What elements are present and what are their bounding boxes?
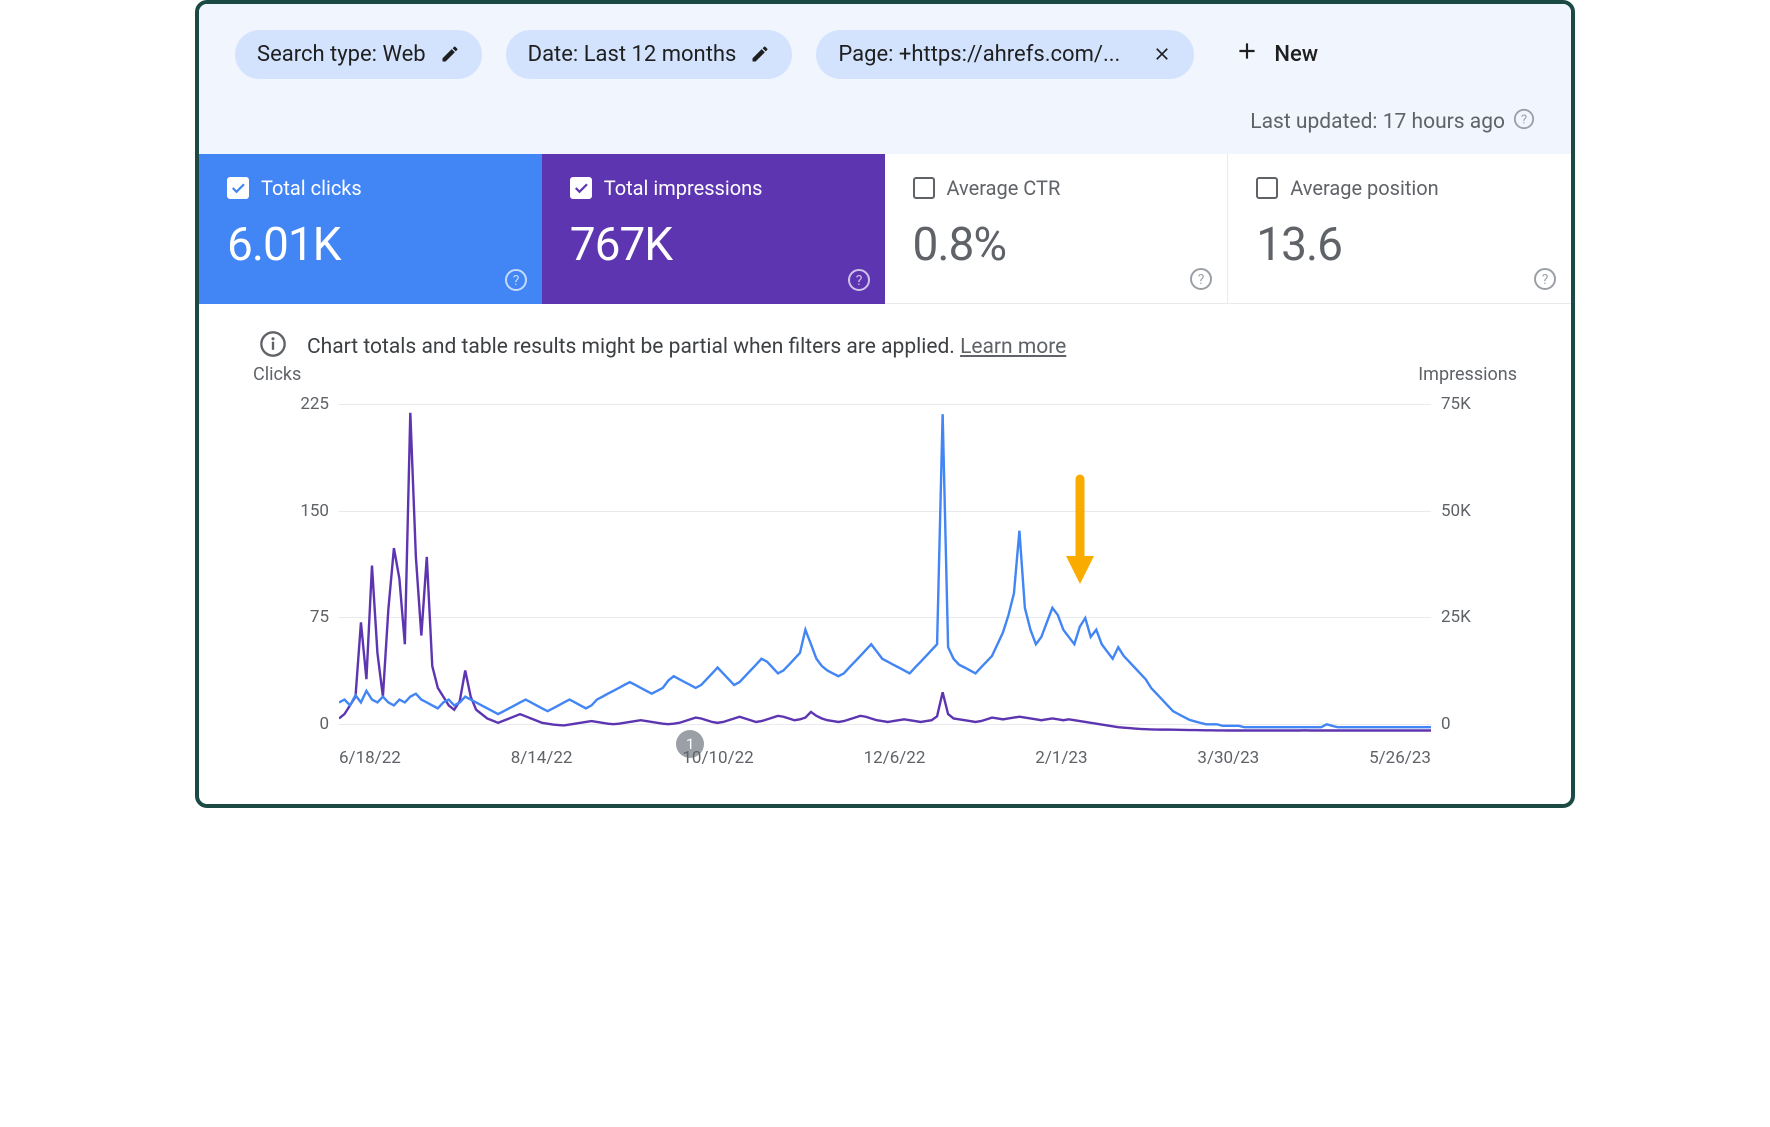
info-row: Chart totals and table results might be … [199, 304, 1571, 374]
checkbox-unchecked-icon [913, 177, 935, 199]
x-tick: 2/1/23 [1035, 748, 1087, 768]
learn-more-link[interactable]: Learn more [960, 335, 1066, 359]
filter-search-type-label: Search type: Web [257, 42, 426, 67]
filter-page[interactable]: Page: +https://ahrefs.com/... [816, 30, 1194, 79]
metric-value: 0.8% [913, 218, 1200, 272]
svg-text:?: ? [1198, 272, 1205, 288]
add-filter-button[interactable]: New [1218, 28, 1334, 80]
x-axis-labels: 6/18/22 8/14/22 10/10/22 12/6/22 2/1/23 3/30/… [339, 748, 1431, 768]
x-tick: 3/30/23 [1197, 748, 1259, 768]
metric-total-impressions[interactable]: Total impressions 767K ? [542, 154, 885, 304]
metric-label: Average CTR [947, 176, 1061, 200]
filters-header: Search type: Web Date: Last 12 months Pa… [199, 4, 1571, 154]
y-left-tick: 0 [289, 714, 329, 734]
down-arrow-annotation-icon [1060, 474, 1100, 594]
series-clicks [339, 414, 1431, 727]
last-updated: Last updated: 17 hours ago ? [235, 108, 1535, 136]
close-icon[interactable] [1152, 44, 1172, 64]
info-text-content: Chart totals and table results might be … [307, 335, 955, 359]
metric-label: Average position [1290, 176, 1438, 200]
svg-text:?: ? [855, 273, 862, 289]
metric-head: Total clicks [227, 176, 514, 200]
metric-total-clicks[interactable]: Total clicks 6.01K ? [199, 154, 542, 304]
filter-page-label: Page: +https://ahrefs.com/... [838, 42, 1120, 67]
metric-average-ctr[interactable]: Average CTR 0.8% ? [885, 154, 1229, 304]
x-tick: 8/14/22 [511, 748, 573, 768]
chart: Clicks Impressions 075150225 025K50K75K … [199, 374, 1571, 804]
help-icon[interactable]: ? [1513, 108, 1535, 136]
checkbox-checked-icon [227, 177, 249, 199]
y-axis-right-label: Impressions [1418, 364, 1517, 385]
metric-value: 13.6 [1256, 218, 1543, 272]
metric-head: Total impressions [570, 176, 857, 200]
metric-value: 767K [570, 218, 857, 272]
filter-date-label: Date: Last 12 months [528, 42, 737, 67]
x-tick: 12/6/22 [864, 748, 926, 768]
metric-head: Average position [1256, 176, 1543, 200]
y-right-tick: 50K [1441, 501, 1491, 521]
y-right-tick: 75K [1441, 394, 1491, 414]
new-label: New [1274, 42, 1318, 67]
filter-date[interactable]: Date: Last 12 months [506, 30, 793, 79]
svg-text:?: ? [1542, 272, 1549, 288]
y-axis-left-label: Clicks [253, 364, 301, 385]
y-right-tick: 25K [1441, 607, 1491, 627]
help-icon[interactable]: ? [504, 268, 528, 292]
info-icon [259, 330, 287, 364]
y-right-tick: 0 [1441, 714, 1491, 734]
metric-head: Average CTR [913, 176, 1200, 200]
help-icon[interactable]: ? [1533, 267, 1557, 291]
x-tick: 5/26/23 [1369, 748, 1431, 768]
help-icon[interactable]: ? [1189, 267, 1213, 291]
checkbox-checked-icon [570, 177, 592, 199]
x-tick: 10/10/22 [682, 748, 753, 768]
y-left-tick: 225 [289, 394, 329, 414]
metric-label: Total impressions [604, 176, 763, 200]
filter-search-type[interactable]: Search type: Web [235, 30, 482, 79]
svg-text:?: ? [512, 273, 519, 289]
edit-icon [750, 44, 770, 64]
chart-lines [339, 404, 1431, 732]
metric-label: Total clicks [261, 176, 362, 200]
series-impressions [339, 413, 1431, 731]
x-tick: 6/18/22 [339, 748, 401, 768]
filter-row: Search type: Web Date: Last 12 months Pa… [235, 28, 1535, 80]
y-left-tick: 75 [289, 607, 329, 627]
metrics-row: Total clicks 6.01K ? Total impressions 7… [199, 154, 1571, 304]
svg-text:?: ? [1521, 113, 1527, 128]
help-icon[interactable]: ? [847, 268, 871, 292]
metric-value: 6.01K [227, 218, 514, 272]
info-text: Chart totals and table results might be … [307, 335, 1066, 359]
last-updated-text: Last updated: 17 hours ago [1250, 110, 1505, 134]
plus-icon [1234, 38, 1260, 70]
checkbox-unchecked-icon [1256, 177, 1278, 199]
chart-area: Clicks Impressions 075150225 025K50K75K … [249, 404, 1521, 764]
metric-average-position[interactable]: Average position 13.6 ? [1228, 154, 1571, 304]
y-left-tick: 150 [289, 501, 329, 521]
edit-icon [440, 44, 460, 64]
gsc-performance-panel: Search type: Web Date: Last 12 months Pa… [195, 0, 1575, 808]
